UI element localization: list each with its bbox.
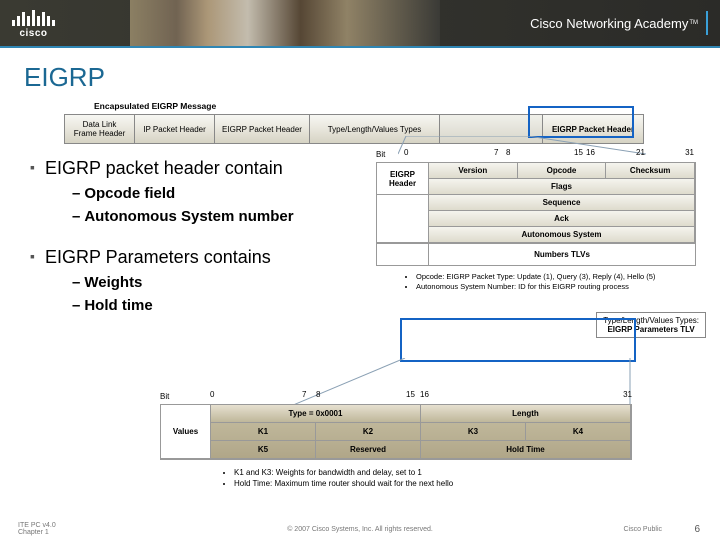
tlv-notes: K1 and K3: Weights for bandwidth and del… [220,468,632,490]
hdr-flags: Flags [429,179,695,195]
tlv-bit-15: 15 [406,390,415,399]
hdr-tlv-cell: Numbers TLVs [429,244,695,265]
tlv-k4: K4 [526,423,631,441]
hdr-bit-ruler: Bit 0 7 8 15 16 21 31 [376,148,696,162]
footer-left: ITE PC v4.0 Chapter 1 [18,522,56,536]
hdr-checksum: Checksum [606,163,695,179]
page-number: 6 [694,524,700,535]
tlv-k3: K3 [421,423,526,441]
hdr-bit-7: 7 [494,148,498,157]
hdr-note-as: Autonomous System Number: ID for this EI… [416,282,696,292]
tlv-bit-7: 7 [302,390,306,399]
hdr-bit-15: 15 [574,148,583,157]
hdr-version: Version [429,163,518,179]
hdr-bit-31: 31 [685,148,694,157]
encap-datalink-l1: Data Link [83,120,117,129]
hdr-ack: Ack [429,211,695,227]
slide-content: EIGRP Encapsulated EIGRP Message Data Li… [0,48,720,314]
hdr-side-l2: Header [389,179,416,188]
hdr-bit-0: 0 [404,148,408,157]
tlv-side: Values [161,405,211,459]
tlv-k2: K2 [316,423,421,441]
trademark: TM [689,20,698,26]
accent-bar-icon [706,11,708,35]
top-banner: cisco Cisco Networking AcademyTM [0,0,720,46]
slide-title: EIGRP [24,62,696,93]
cisco-text: cisco [19,28,47,39]
highlight-box-tlv [400,318,636,362]
hdr-bit-8: 8 [506,148,510,157]
tlv-grid: Values Type = 0x0001 Length K1 K2 K3 K4 … [160,404,632,460]
tlv-note-hold: Hold Time: Maximum time router should wa… [234,479,632,490]
hdr-as: Autonomous System [429,227,695,243]
tlv-k1: K1 [211,423,316,441]
tlv-bit-0: 0 [210,390,214,399]
tlv-reserved: Reserved [316,441,421,459]
eigrp-header-table: Bit 0 7 8 15 16 21 31 EIGRP Header Versi… [376,148,696,292]
hdr-grid: EIGRP Header Version Opcode Checksum Fla… [376,162,696,244]
hdr-bit-label: Bit [376,150,385,159]
tlv-note-k1k3: K1 and K3: Weights for bandwidth and del… [234,468,632,479]
banner-photo-strip [130,0,440,46]
footer-public: Cisco Public [623,526,662,533]
encap-cell-datalink: Data Link Frame Header [65,115,135,143]
tlv-bit-8: 8 [316,390,320,399]
hdr-side-l1: EIGRP [390,170,415,179]
tlv-table: Bit 0 7 8 15 16 31 Values Type = 0x0001 … [160,390,632,490]
cisco-bars-icon [12,8,55,26]
hdr-opcode: Opcode [518,163,607,179]
academy-text: Cisco Networking Academy [530,16,688,31]
hdr-bit-16: 16 [586,148,595,157]
hdr-sequence: Sequence [429,195,695,211]
highlight-box-header [528,106,634,138]
hdr-notes: Opcode: EIGRP Packet Type: Update (1), Q… [404,272,696,292]
footer-copyright: © 2007 Cisco Systems, Inc. All rights re… [287,526,433,533]
tlv-k5: K5 [211,441,316,459]
encap-datalink-l2: Frame Header [74,129,126,138]
tlv-bit-31: 31 [623,390,632,399]
hdr-tlv-row: Numbers TLVs [376,244,696,266]
tlv-type: Type = 0x0001 [211,405,421,423]
academy-label: Cisco Networking AcademyTM [530,0,708,46]
hdr-side-blank [377,195,429,243]
hdr-tlv-side [377,244,429,265]
hdr-note-opcode: Opcode: EIGRP Packet Type: Update (1), Q… [416,272,696,282]
footer-course: ITE PC v4.0 [18,522,56,529]
hdr-bit-21: 21 [636,148,645,157]
slide-footer: ITE PC v4.0 Chapter 1 © 2007 Cisco Syste… [0,522,720,536]
footer-chapter: Chapter 1 [18,529,49,536]
tlv-bit-label: Bit [160,392,169,401]
tlv-holdtime: Hold Time [421,441,631,459]
cisco-logo: cisco [12,8,55,39]
tlv-length: Length [421,405,631,423]
tlv-bit-16: 16 [420,390,429,399]
encap-cell-ip: IP Packet Header [135,115,215,143]
encap-cell-eigrp-hdr: EIGRP Packet Header [215,115,310,143]
tlv-bit-ruler: Bit 0 7 8 15 16 31 [210,390,632,404]
hdr-side-label: EIGRP Header [377,163,429,195]
